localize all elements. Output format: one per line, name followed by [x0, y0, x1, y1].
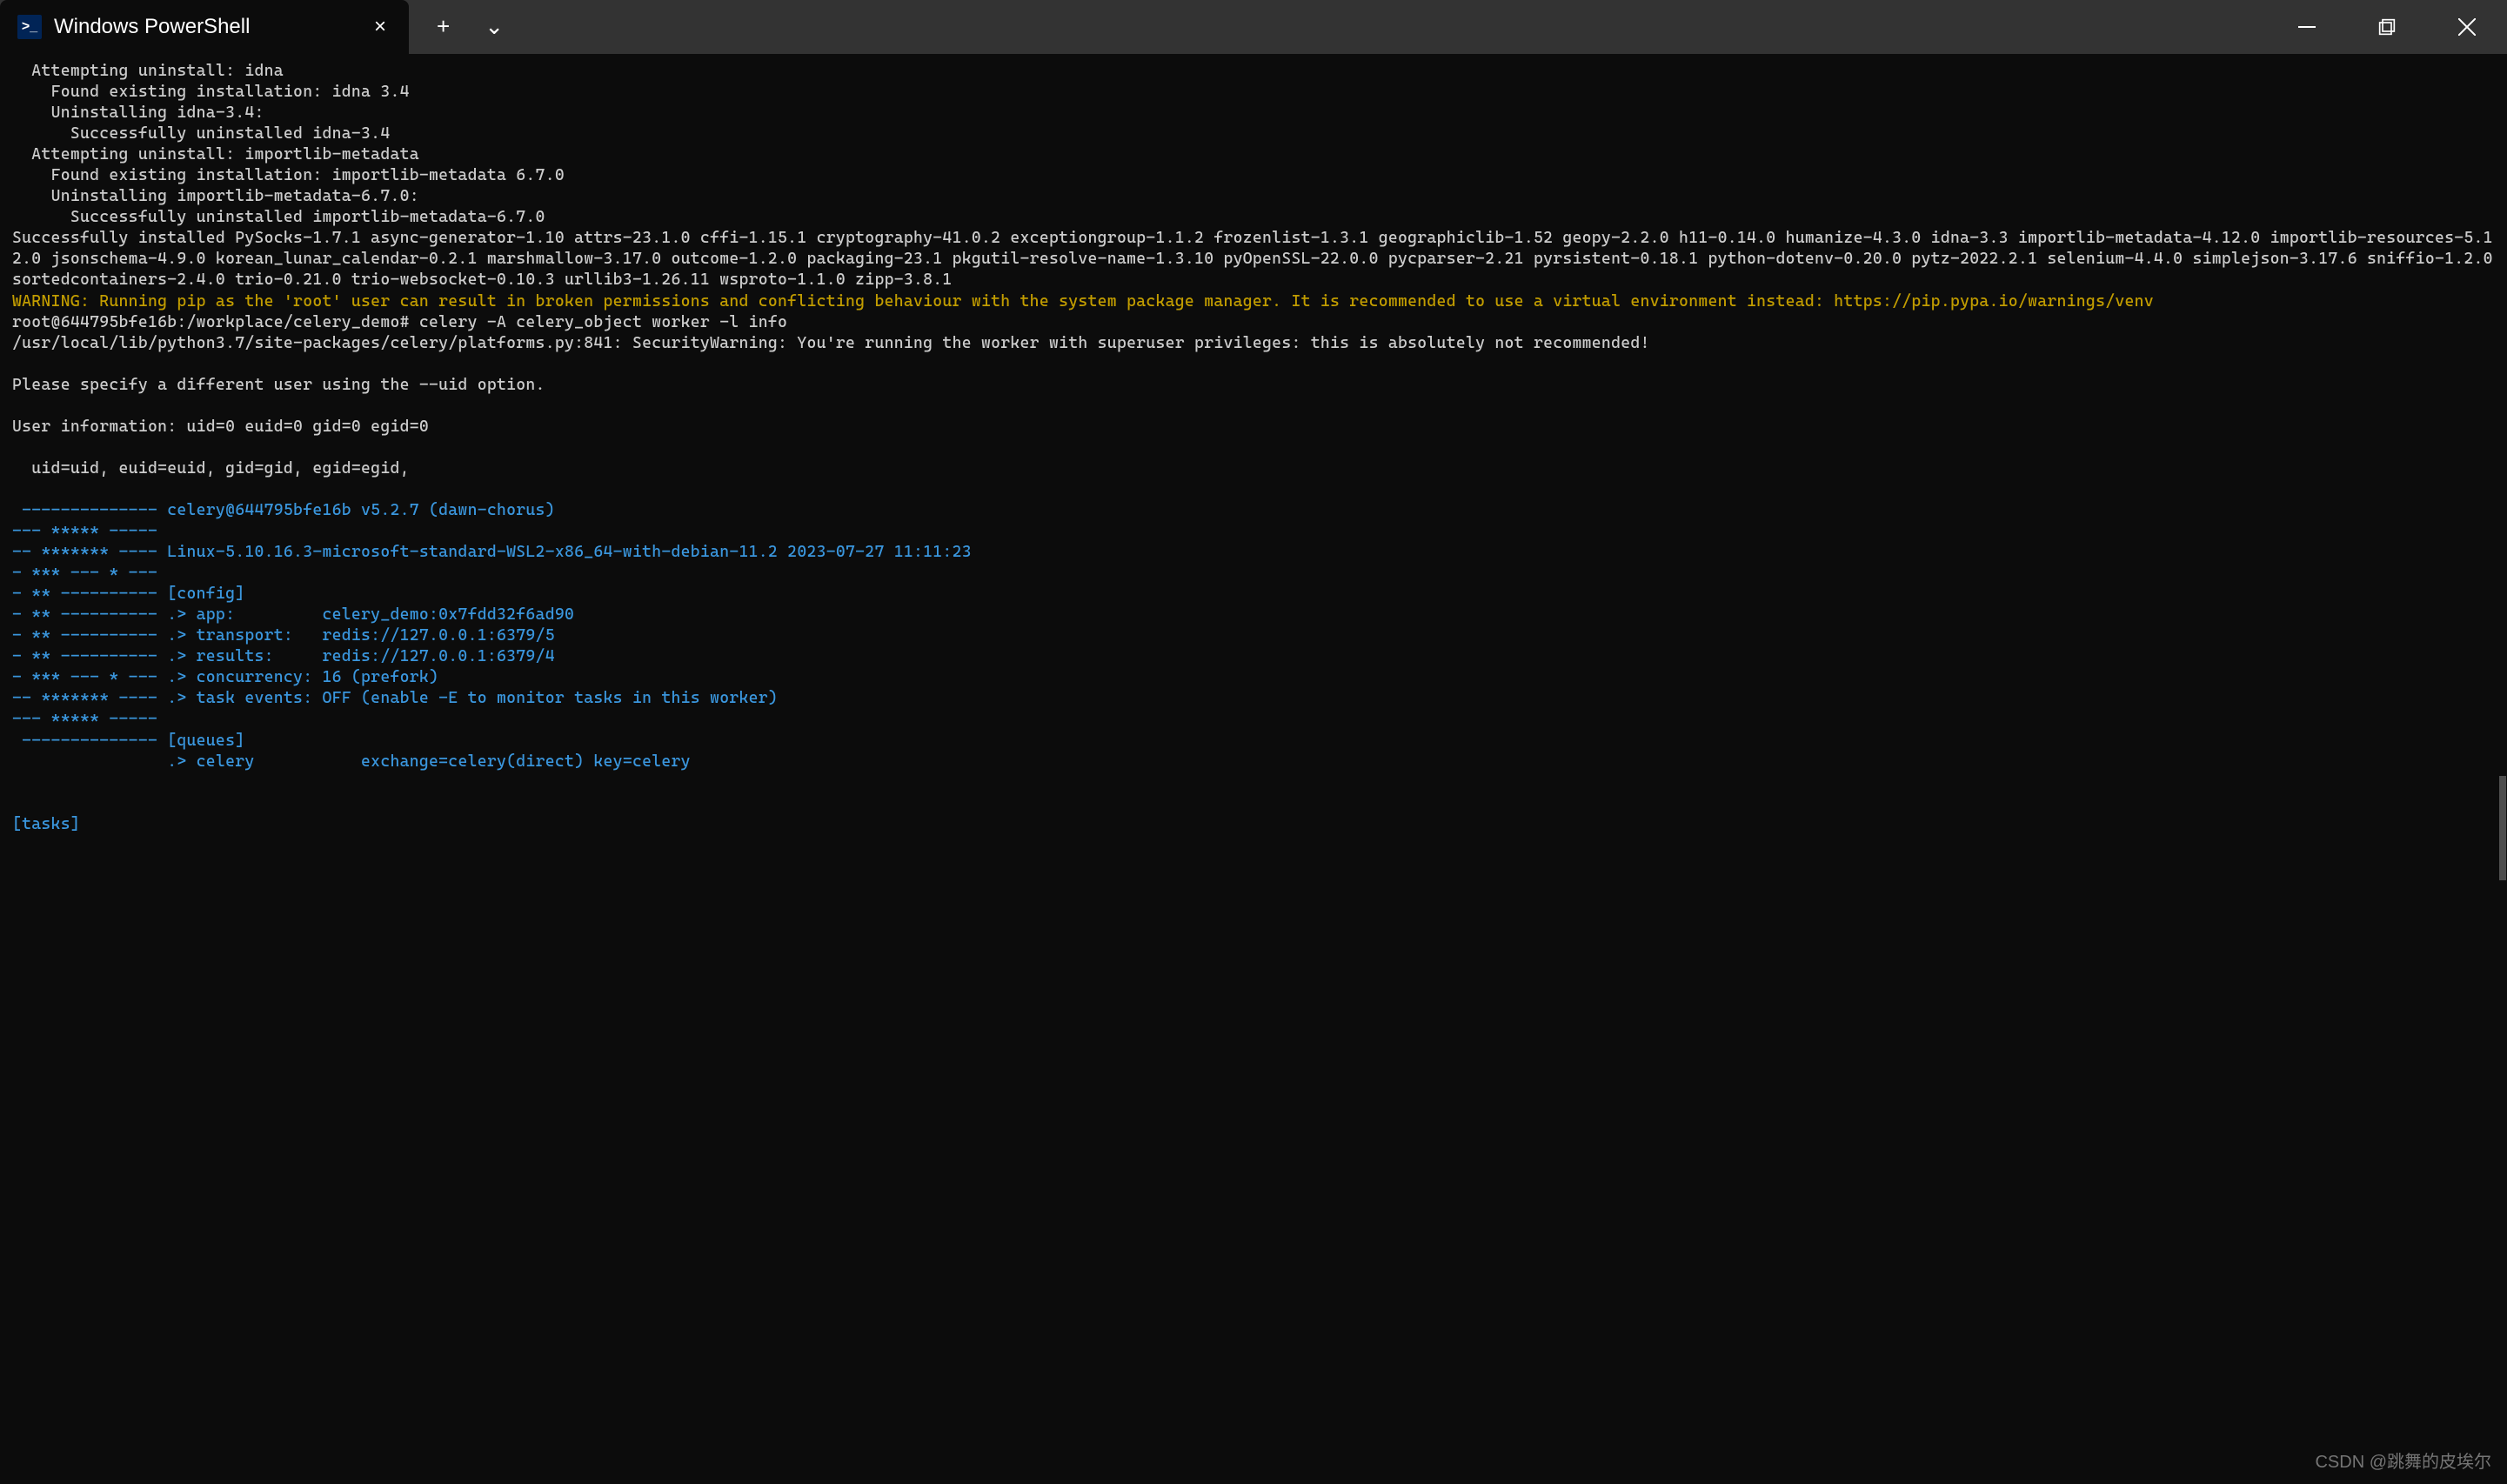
titlebar: >_ Windows PowerShell × + ⌄ [0, 0, 2507, 54]
terminal-line: --- ***** ----- [12, 521, 2495, 542]
terminal-line: - ** ---------- .> results: redis://127.… [12, 646, 2495, 667]
terminal-line: -- ******* ---- Linux-5.10.16.3-microsof… [12, 542, 2495, 563]
terminal-line: Successfully installed PySocks-1.7.1 asy… [12, 228, 2495, 291]
terminal-line: Attempting uninstall: idna [12, 61, 2495, 82]
terminal-line: /usr/local/lib/python3.7/site-packages/c… [12, 333, 2495, 354]
window-controls [2267, 0, 2507, 54]
terminal-line: Uninstalling importlib-metadata-6.7.0: [12, 186, 2495, 207]
tab-powershell[interactable]: >_ Windows PowerShell × [0, 0, 409, 54]
terminal-line: - ** ---------- .> app: celery_demo:0x7f… [12, 605, 2495, 625]
minimize-button[interactable] [2267, 0, 2347, 54]
tab-title: Windows PowerShell [54, 13, 364, 40]
terminal-line: -------------- [queues] [12, 731, 2495, 752]
terminal-line: - *** --- * --- [12, 563, 2495, 584]
terminal-line: User information: uid=0 euid=0 gid=0 egi… [12, 417, 2495, 438]
terminal-output[interactable]: Attempting uninstall: idna Found existin… [0, 54, 2507, 842]
terminal-line: -- ******* ---- .> task events: OFF (ena… [12, 688, 2495, 709]
terminal-line: Found existing installation: importlib-m… [12, 165, 2495, 186]
tab-close-button[interactable]: × [364, 8, 397, 45]
terminal-line [12, 354, 2495, 375]
close-button[interactable] [2427, 0, 2507, 54]
tab-actions: + ⌄ [409, 3, 521, 50]
terminal-line: Attempting uninstall: importlib-metadata [12, 144, 2495, 165]
terminal-line: --- ***** ----- [12, 709, 2495, 730]
terminal-line: WARNING: Running pip as the 'root' user … [12, 291, 2495, 312]
terminal-line: Successfully uninstalled idna-3.4 [12, 124, 2495, 144]
terminal-line [12, 793, 2495, 814]
new-tab-button[interactable]: + [419, 3, 467, 50]
terminal-line: [tasks] [12, 814, 2495, 835]
terminal-line: uid=uid, euid=euid, gid=gid, egid=egid, [12, 458, 2495, 479]
terminal-line [12, 772, 2495, 793]
maximize-icon [2378, 18, 2396, 36]
terminal-line: - *** --- * --- .> concurrency: 16 (pref… [12, 667, 2495, 688]
minimize-icon [2298, 18, 2316, 36]
scrollbar[interactable] [2498, 54, 2507, 1484]
terminal-line [12, 396, 2495, 417]
terminal-line: Please specify a different user using th… [12, 375, 2495, 396]
watermark: CSDN @跳舞的皮埃尔 [2315, 1451, 2491, 1474]
terminal-line: root@644795bfe16b:/workplace/celery_demo… [12, 312, 2495, 333]
terminal-line: Uninstalling idna-3.4: [12, 103, 2495, 124]
close-icon [2458, 18, 2476, 36]
terminal-line [12, 438, 2495, 458]
terminal-line: .> celery exchange=celery(direct) key=ce… [12, 752, 2495, 772]
terminal-line: -------------- celery@644795bfe16b v5.2.… [12, 500, 2495, 521]
terminal-line: Successfully uninstalled importlib-metad… [12, 207, 2495, 228]
tab-dropdown-button[interactable]: ⌄ [467, 3, 521, 50]
scrollbar-thumb[interactable] [2499, 776, 2506, 880]
terminal-line [12, 479, 2495, 500]
maximize-button[interactable] [2347, 0, 2427, 54]
terminal-line: - ** ---------- [config] [12, 584, 2495, 605]
terminal-line: Found existing installation: idna 3.4 [12, 82, 2495, 103]
powershell-icon: >_ [17, 15, 42, 39]
terminal-line: - ** ---------- .> transport: redis://12… [12, 625, 2495, 646]
